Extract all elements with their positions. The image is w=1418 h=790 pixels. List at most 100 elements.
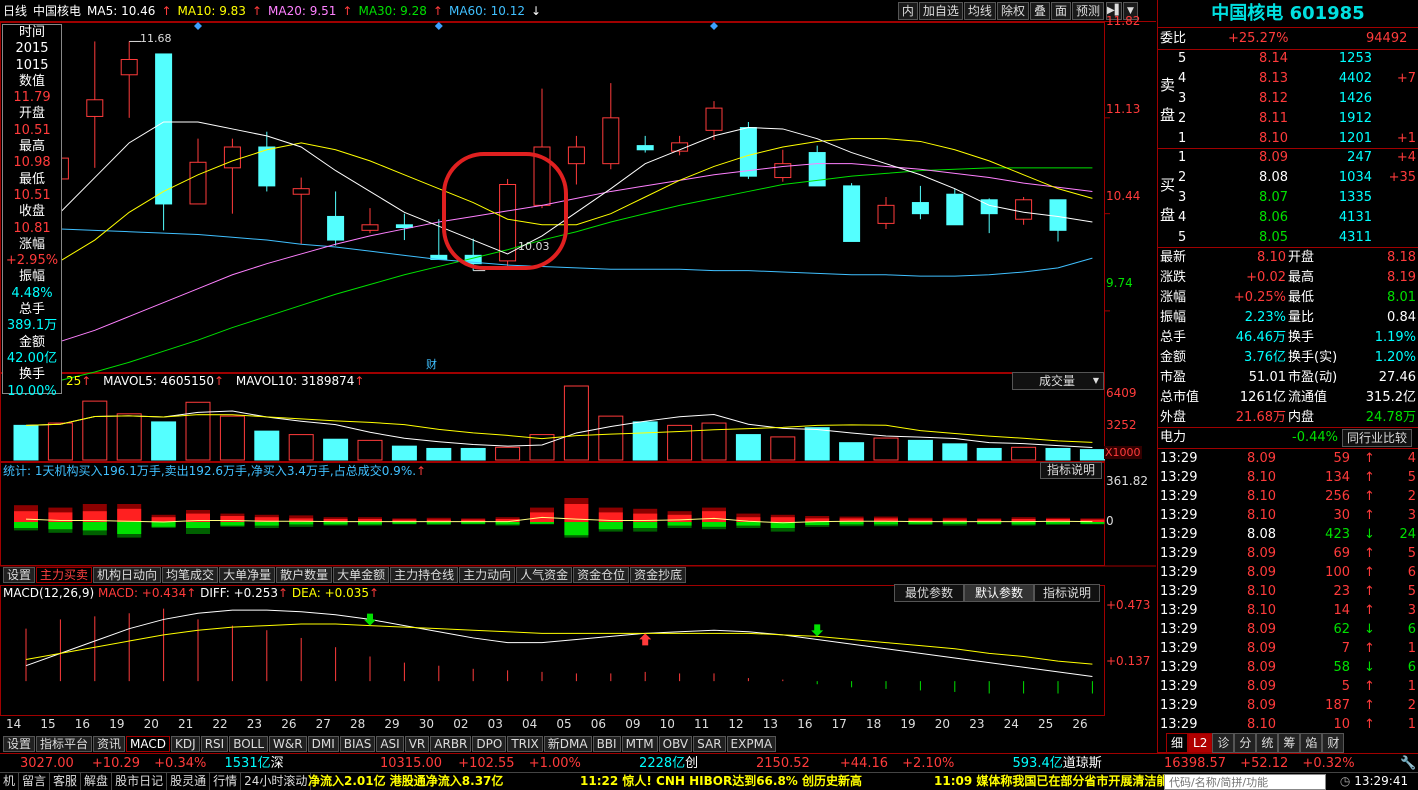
macd-default-button[interactable]: 默认参数 [964, 584, 1035, 602]
toolbar-button-forecast[interactable]: 预测 [1071, 2, 1104, 20]
ind-tab-obv[interactable]: OBV [658, 736, 693, 752]
stat-row[interactable]: 总手 46.46万 换手 1.19% [1158, 328, 1418, 348]
ind-tab-boll[interactable]: BOLL [229, 736, 269, 752]
sell-level[interactable]: 2 8.11 1912 [1158, 109, 1418, 129]
ind-tab-dmi[interactable]: DMI [307, 736, 339, 752]
flow-tab-settings[interactable]: 设置 [3, 567, 36, 583]
tick-row[interactable]: 13:29 8.10 256 ↑ 2 [1158, 487, 1418, 507]
stat-row[interactable]: 金额 3.76亿 换手(实) 1.20% [1158, 348, 1418, 368]
stat-row[interactable]: 总市值 1261亿 流通值 315.2亿 [1158, 388, 1418, 408]
index-sz[interactable]: 10315.00 +102.55 +1.00% 2228亿创 [380, 754, 698, 773]
quote-tab-stat[interactable]: 统 [1256, 733, 1279, 753]
news-3[interactable]: 11:09 媒体称我国已在部分省市开展清洁能 [934, 773, 1168, 790]
indicator-dropdown[interactable]: 成交量 ▼ [1012, 372, 1104, 390]
ind-tab-kdj[interactable]: KDJ [171, 736, 200, 752]
toolbar-button-ma[interactable]: 均线 [963, 2, 996, 20]
ticker-menu-message[interactable]: 留言 [19, 773, 51, 790]
flow-tab-big-net[interactable]: 大单净量 [219, 567, 276, 583]
sector-compare-button[interactable]: 同行业比较 [1342, 429, 1413, 447]
news-1[interactable]: 净流入2.01亿 港股通净流入8.37亿 [308, 773, 503, 790]
sell-level[interactable]: 3 8.12 1426 [1158, 89, 1418, 109]
wrench-icon[interactable]: 🔧 [1400, 754, 1416, 773]
stat-row[interactable]: 最新 8.10 开盘 8.18 [1158, 248, 1418, 268]
flow-tab-main-move[interactable]: 主力动向 [459, 567, 516, 583]
ind-tab-sar[interactable]: SAR [693, 736, 726, 752]
flow-help-button[interactable]: 指标说明 [1040, 462, 1102, 479]
quote-tab-l2[interactable]: L2 [1188, 733, 1213, 753]
toolbar-button-inner[interactable]: 内 [897, 2, 918, 20]
flow-tab-main-trade[interactable]: 主力买卖 [36, 567, 93, 583]
tick-row[interactable]: 13:29 8.10 134 ↑ 5 [1158, 468, 1418, 488]
index-sh[interactable]: 3027.00 +10.29 +0.34% 1531亿深 [20, 754, 284, 773]
buy-level[interactable]: 3 8.07 1335 [1158, 188, 1418, 208]
flow-tab-avg-trade[interactable]: 均笔成交 [162, 567, 219, 583]
ticker-menu-service[interactable]: 客服 [50, 773, 82, 790]
flow-tab-retail[interactable]: 散户数量 [276, 567, 333, 583]
ticker-menu-analysis[interactable]: 解盘 [81, 773, 113, 790]
buy-level[interactable]: 1 8.09 247 +4 [1158, 148, 1418, 168]
buy-level[interactable]: 5 8.05 4311 [1158, 228, 1418, 248]
ticker-menu-stock[interactable]: 股灵通 [167, 773, 211, 790]
quote-tab-finance[interactable]: 财 [1322, 733, 1345, 753]
buy-level[interactable]: 2 8.08 1034 +35 [1158, 168, 1418, 188]
sell-level[interactable]: 5 8.14 1253 [1158, 49, 1418, 69]
tick-row[interactable]: 13:29 8.09 187 ↑ 2 [1158, 696, 1418, 716]
ind-tab-expma[interactable]: EXPMA [726, 736, 777, 752]
ind-tab-bbi[interactable]: BBI [592, 736, 621, 752]
stat-row[interactable]: 外盘 21.68万 内盘 24.78万 [1158, 408, 1418, 428]
ind-tab-macd[interactable]: MACD [126, 736, 171, 752]
tick-row[interactable]: 13:29 8.10 10 ↑ 1 [1158, 715, 1418, 735]
flow-tab-position[interactable]: 资金仓位 [573, 567, 630, 583]
tick-row[interactable]: 13:29 8.09 69 ↑ 5 [1158, 544, 1418, 564]
macd-help-button[interactable]: 指标说明 [1034, 584, 1101, 602]
ind-tab-rsi[interactable]: RSI [200, 736, 229, 752]
tick-row[interactable]: 13:29 8.09 100 ↑ 6 [1158, 563, 1418, 583]
flow-tab-popularity[interactable]: 人气资金 [516, 567, 573, 583]
flow-tab-institution[interactable]: 机构日动向 [93, 567, 162, 583]
ind-tab-bias[interactable]: BIAS [339, 736, 376, 752]
sell-level[interactable]: 4 8.13 4402 +7 [1158, 69, 1418, 89]
ticker-menu-diary[interactable]: 股市日记 [112, 773, 168, 790]
stat-row[interactable]: 市盈 51.01 市盈(动) 27.46 [1158, 368, 1418, 388]
ind-tab-settings[interactable]: 设置 [3, 736, 36, 752]
toolbar-button-add-watch[interactable]: 加自选 [918, 2, 963, 20]
quote-tab-split[interactable]: 分 [1234, 733, 1257, 753]
ind-tab-newdma[interactable]: 新DMA [543, 736, 592, 752]
stat-row[interactable]: 振幅 2.23% 量比 0.84 [1158, 308, 1418, 328]
ind-tab-wr[interactable]: W&R [269, 736, 307, 752]
ind-tab-asi[interactable]: ASI [376, 736, 404, 752]
toolbar-button-face[interactable]: 面 [1050, 2, 1071, 20]
ind-tab-news[interactable]: 资讯 [93, 736, 126, 752]
tick-row[interactable]: 13:29 8.08 423 ↓ 24 [1158, 525, 1418, 545]
stat-row[interactable]: 涨跌 +0.02 最高 8.19 [1158, 268, 1418, 288]
ind-tab-trix[interactable]: TRIX [507, 736, 543, 752]
toolbar-button-exright[interactable]: 除权 [996, 2, 1029, 20]
tick-row[interactable]: 13:29 8.09 59 ↑ 4 [1158, 449, 1418, 469]
quote-tab-diag[interactable]: 诊 [1212, 733, 1235, 753]
macd-optimal-button[interactable]: 最优参数 [894, 584, 965, 602]
ticker-menu-market[interactable]: 行情 [210, 773, 242, 790]
tick-row[interactable]: 13:29 8.10 14 ↑ 3 [1158, 601, 1418, 621]
ind-tab-dpo[interactable]: DPO [472, 736, 507, 752]
quote-tab-detail[interactable]: 细 [1166, 733, 1189, 753]
ind-tab-mtm[interactable]: MTM [621, 736, 658, 752]
tick-row[interactable]: 13:29 8.10 30 ↑ 3 [1158, 506, 1418, 526]
period-label[interactable]: 日线 [3, 2, 27, 19]
news-2[interactable]: 11:22 惊人! CNH HIBOR达到66.8% 创历史新高 [580, 773, 862, 790]
ind-tab-vr[interactable]: VR [404, 736, 430, 752]
event-marker[interactable]: 财 [426, 356, 437, 372]
sell-level[interactable]: 1 8.10 1201 +1 [1158, 129, 1418, 149]
ind-tab-arbr[interactable]: ARBR [430, 736, 472, 752]
ticker-menu-24h[interactable]: 24小时滚动 [241, 773, 312, 790]
buy-level[interactable]: 4 8.06 4131 [1158, 208, 1418, 228]
quote-tab-flame[interactable]: 焰 [1300, 733, 1323, 753]
tick-row[interactable]: 13:29 8.09 5 ↑ 1 [1158, 677, 1418, 697]
ticker-menu-ji[interactable]: 机 [0, 773, 20, 790]
flow-tab-holding[interactable]: 主力持仓线 [390, 567, 459, 583]
flow-tab-bottom[interactable]: 资金抄底 [630, 567, 687, 583]
tick-row[interactable]: 13:29 8.09 7 ↑ 1 [1158, 639, 1418, 659]
index-dj[interactable]: 16398.57 +52.12 +0.32% [1164, 754, 1355, 773]
index-cy[interactable]: 2150.52 +44.16 +2.10% 593.4亿道琼斯 [756, 754, 1102, 773]
stat-row[interactable]: 涨幅 +0.25% 最低 8.01 [1158, 288, 1418, 308]
quote-tab-chip[interactable]: 筹 [1278, 733, 1301, 753]
